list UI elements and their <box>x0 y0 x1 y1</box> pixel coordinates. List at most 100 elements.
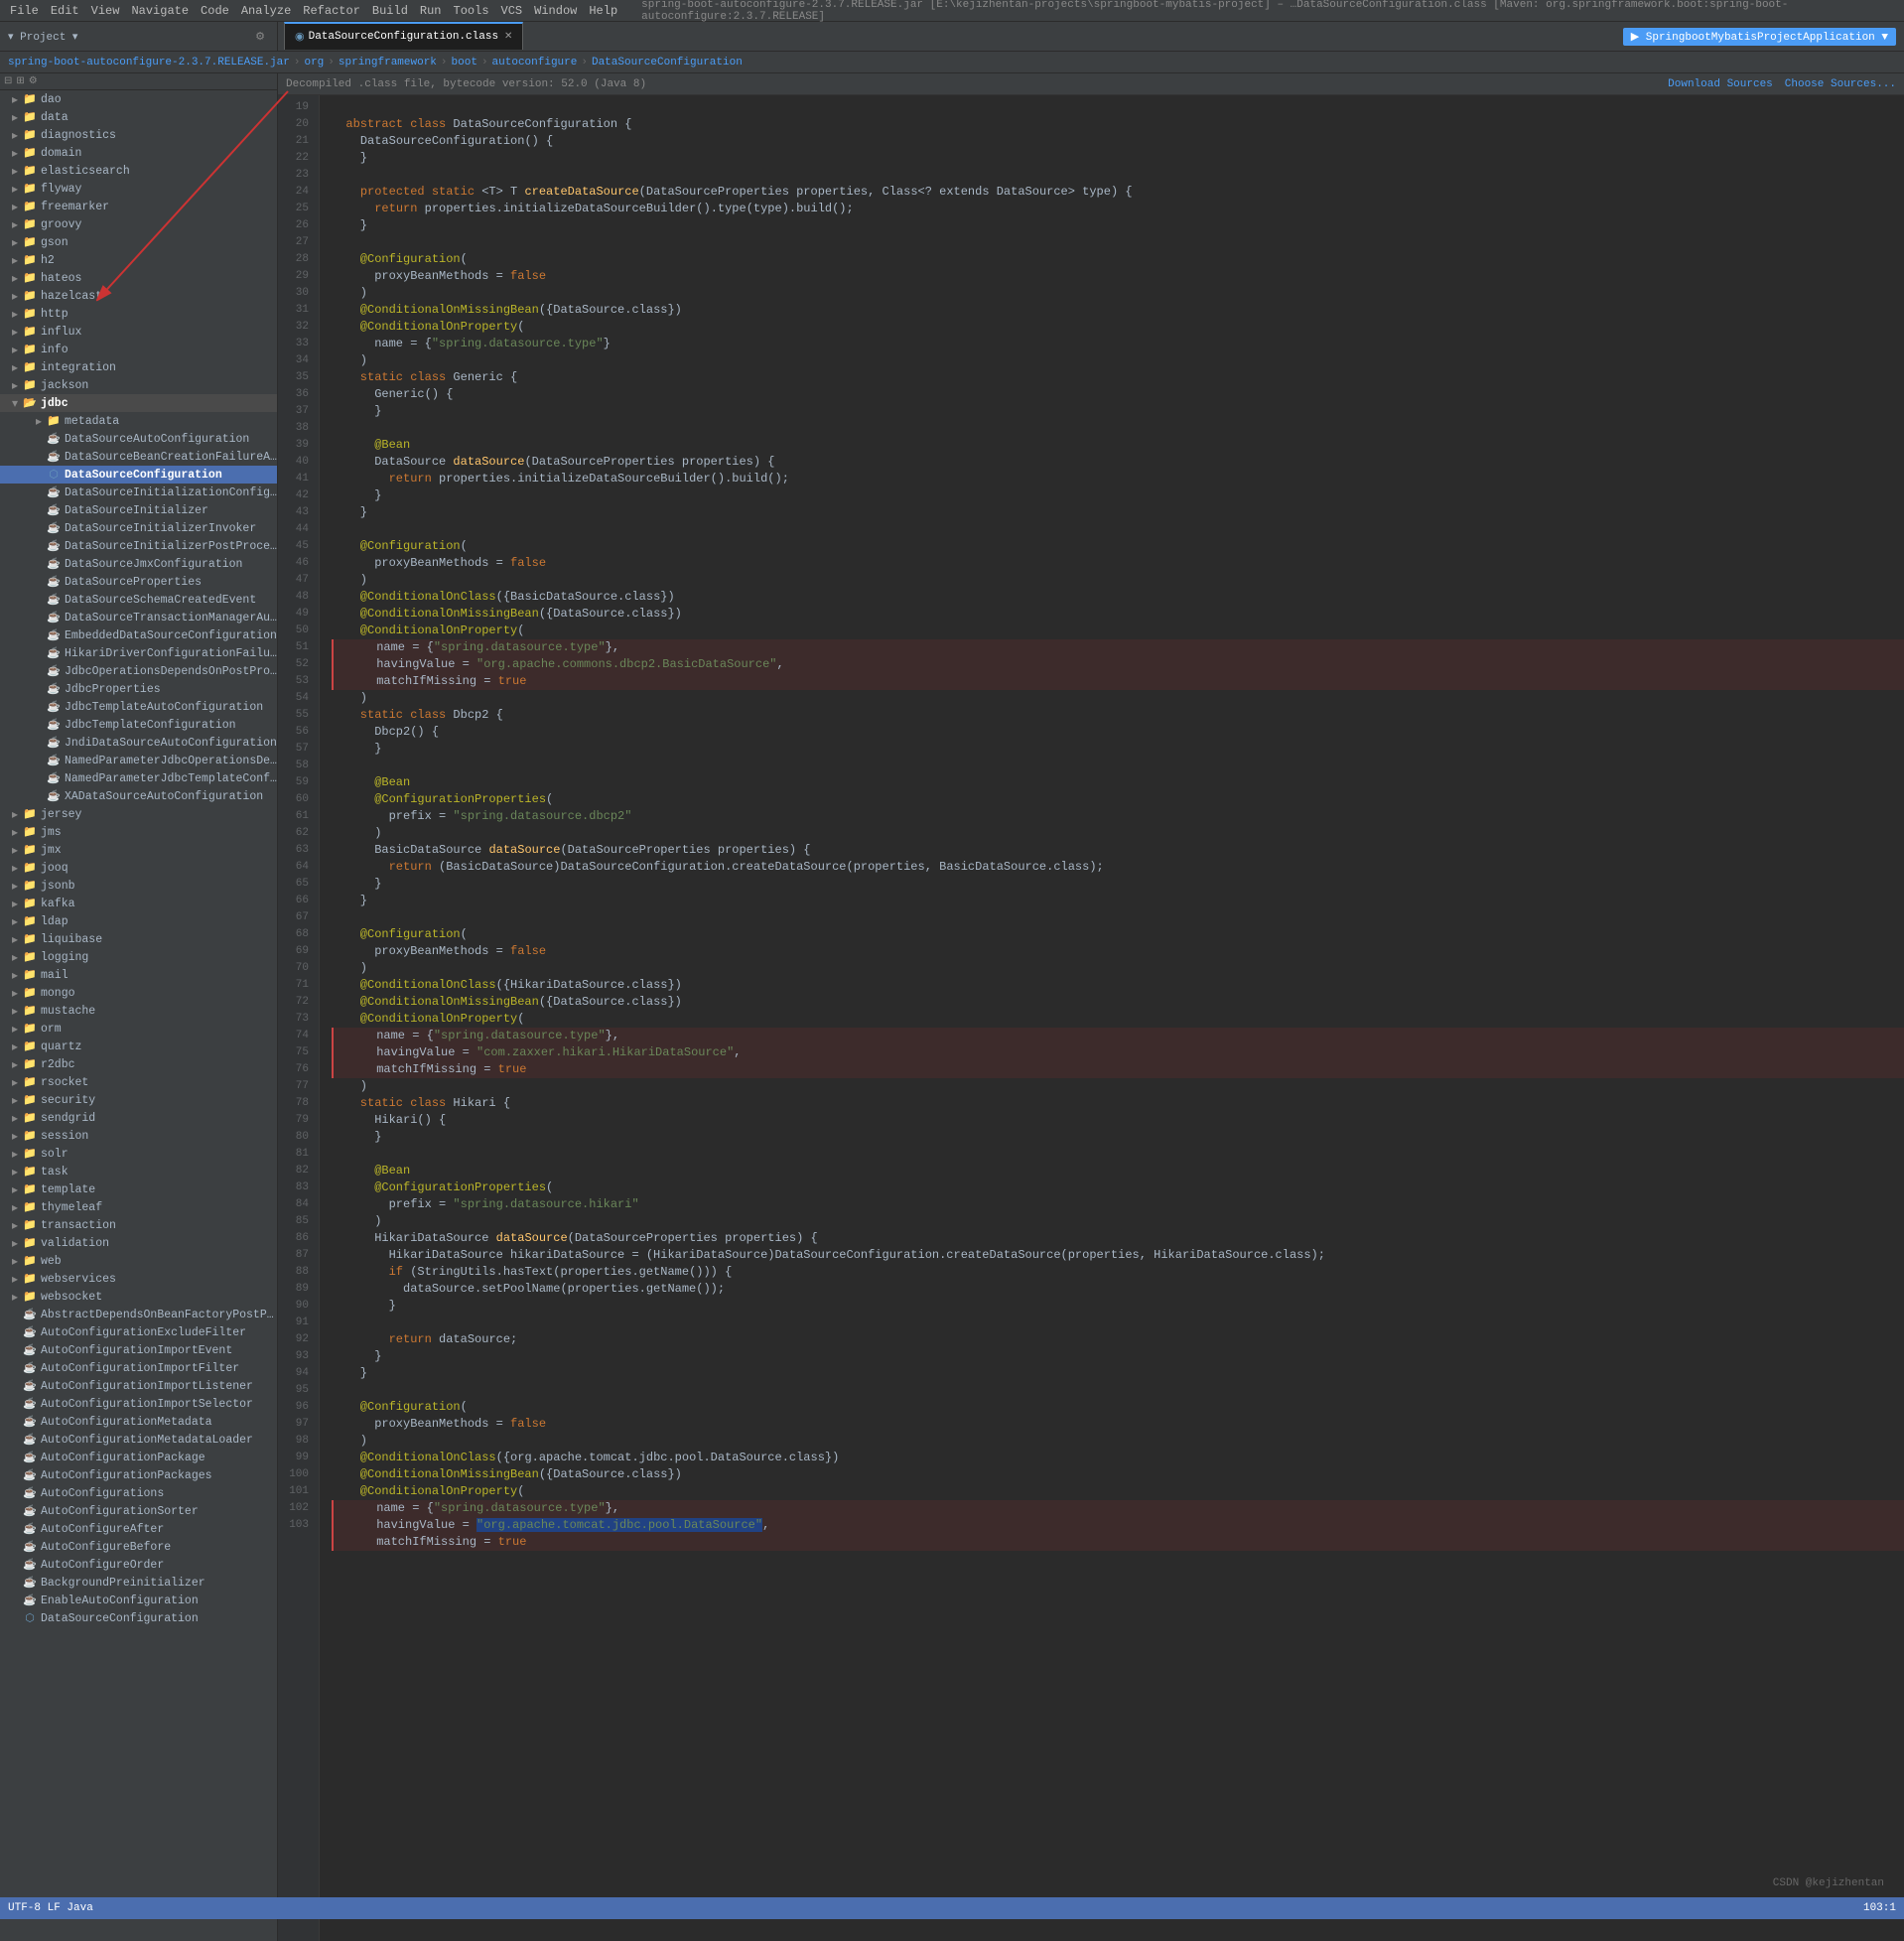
tree-item[interactable]: ☕ EmbeddedDataSourceConfiguration <box>0 626 277 644</box>
collapse-all-icon[interactable]: ⊟ <box>4 75 12 87</box>
tree-item[interactable]: ▸ 📁 h2 <box>0 251 277 269</box>
tree-item[interactable]: ☕ JdbcTemplateConfiguration <box>0 716 277 734</box>
menu-run[interactable]: Run <box>414 4 448 18</box>
tree-item[interactable]: ☕ JdbcProperties <box>0 680 277 698</box>
tree-item[interactable]: ▸ 📁 elasticsearch <box>0 162 277 180</box>
tree-item[interactable]: ▸ 📁 mail <box>0 966 277 984</box>
tree-item[interactable]: ☕ AutoConfigurationMetadataLoader <box>0 1431 277 1449</box>
tree-item[interactable]: ▸ 📁 info <box>0 341 277 358</box>
tree-item[interactable]: ▸ 📁 logging <box>0 948 277 966</box>
tree-item[interactable]: ▸ 📁 liquibase <box>0 930 277 948</box>
menu-code[interactable]: Code <box>195 4 235 18</box>
tree-item[interactable]: ☕ DataSourceSchemaCreatedEvent <box>0 591 277 609</box>
tree-item[interactable]: ▸ 📁 quartz <box>0 1038 277 1055</box>
tree-item[interactable]: ☕ NamedParameterJdbcOperationsDependsOnP… <box>0 752 277 769</box>
menu-help[interactable]: Help <box>583 4 623 18</box>
tree-item[interactable]: ☕ AutoConfigurationImportEvent <box>0 1341 277 1359</box>
tree-item[interactable]: ▸ 📁 template <box>0 1180 277 1198</box>
tree-item[interactable]: ☕ AutoConfigureAfter <box>0 1520 277 1538</box>
tree-item[interactable]: ☕ AutoConfigurationSorter <box>0 1502 277 1520</box>
tree-item[interactable]: ☕ DataSourceInitializer <box>0 501 277 519</box>
tree-item[interactable]: ▸ 📁 dao <box>0 90 277 108</box>
tree-item[interactable]: ▸ 📁 integration <box>0 358 277 376</box>
tree-item[interactable]: ▸ 📁 jsonb <box>0 877 277 895</box>
menu-analyze[interactable]: Analyze <box>235 4 297 18</box>
tree-item[interactable]: ▸ 📁 flyway <box>0 180 277 198</box>
tree-item[interactable]: ▸ 📁 task <box>0 1163 277 1180</box>
menu-view[interactable]: View <box>85 4 126 18</box>
tree-item[interactable]: ☕ BackgroundPreinitializer <box>0 1574 277 1592</box>
tree-item[interactable]: ▸ 📁 jms <box>0 823 277 841</box>
code-content[interactable]: abstract class DataSourceConfiguration {… <box>320 95 1904 1941</box>
tree-item[interactable]: ☕ DataSourceAutoConfiguration <box>0 430 277 448</box>
tree-item[interactable]: ☕ HikariDriverConfigurationFailureAnalyz… <box>0 644 277 662</box>
tree-item[interactable]: ▸ 📁 data <box>0 108 277 126</box>
tree-item[interactable]: ▸ 📁 hazelcast <box>0 287 277 305</box>
tree-item[interactable]: ▸ 📁 metadata <box>0 412 277 430</box>
tree-item[interactable]: ☕ DataSourceInitializerInvoker <box>0 519 277 537</box>
tree-item[interactable]: ☕ AutoConfigurationMetadata <box>0 1413 277 1431</box>
tree-item[interactable]: ▸ 📁 orm <box>0 1020 277 1038</box>
menu-navigate[interactable]: Navigate <box>125 4 195 18</box>
breadcrumb-item[interactable]: DataSourceConfiguration <box>592 57 743 69</box>
tree-item[interactable]: ▸ 📁 transaction <box>0 1216 277 1234</box>
tree-item[interactable]: ▸ 📁 domain <box>0 144 277 162</box>
menu-edit[interactable]: Edit <box>45 4 85 18</box>
tree-item[interactable]: ▸ 📁 mongo <box>0 984 277 1002</box>
tree-item[interactable]: ☕ XADataSourceAutoConfiguration <box>0 787 277 805</box>
menu-vcs[interactable]: VCS <box>495 4 529 18</box>
expand-all-icon[interactable]: ⊞ <box>16 75 24 87</box>
tree-item[interactable]: ☕ DataSourceBeanCreationFailureAnalyzer <box>0 448 277 466</box>
sidebar-gear-icon[interactable]: ⚙ <box>255 30 265 44</box>
menu-build[interactable]: Build <box>366 4 414 18</box>
tree-item[interactable]: ☕ AutoConfigurationImportListener <box>0 1377 277 1395</box>
tree-item[interactable]: ▸ 📁 websocket <box>0 1288 277 1306</box>
tree-item[interactable]: ▸ 📁 gson <box>0 233 277 251</box>
tree-item[interactable]: ▸ 📁 web <box>0 1252 277 1270</box>
tree-item[interactable]: ☕ AutoConfigurationImportFilter <box>0 1359 277 1377</box>
tree-item-jdbc[interactable]: ▾ 📂 jdbc <box>0 394 277 412</box>
tree-item[interactable]: ☕ EnableAutoConfiguration <box>0 1592 277 1609</box>
tree-item[interactable]: ▸ 📁 security <box>0 1091 277 1109</box>
tree-item[interactable]: ☕ JdbcOperationsDependsOnPostProcessor <box>0 662 277 680</box>
tree-item-datasource-config[interactable]: ⬡ DataSourceConfiguration <box>0 466 277 484</box>
tree-item[interactable]: ☕ JndiDataSourceAutoConfiguration <box>0 734 277 752</box>
tree-item[interactable]: ⬡ DataSourceConfiguration <box>0 1609 277 1627</box>
tree-item[interactable]: ☕ DataSourceInitializerPostProcessor <box>0 537 277 555</box>
menu-window[interactable]: Window <box>528 4 583 18</box>
breadcrumb-item[interactable]: spring-boot-autoconfigure-2.3.7.RELEASE.… <box>8 57 290 69</box>
tree-item[interactable]: ☕ NamedParameterJdbcTemplateConfiguratio… <box>0 769 277 787</box>
menu-file[interactable]: File <box>4 4 45 18</box>
tree-item[interactable]: ☕ AutoConfigurationExcludeFilter <box>0 1323 277 1341</box>
tree-item[interactable]: ▸ 📁 jooq <box>0 859 277 877</box>
tree-item[interactable]: ☕ AutoConfigurationImportSelector <box>0 1395 277 1413</box>
run-button[interactable]: ▶ SpringbootMybatisProjectApplication ▼ <box>1623 28 1896 46</box>
menu-tools[interactable]: Tools <box>448 4 495 18</box>
settings-icon[interactable]: ⚙ <box>29 75 38 87</box>
tree-item[interactable]: ▸ 📁 sendgrid <box>0 1109 277 1127</box>
tree-item[interactable]: ▸ 📁 jersey <box>0 805 277 823</box>
tab-datasource-config[interactable]: ◉ DataSourceConfiguration.class ✕ <box>284 22 523 50</box>
tree-item[interactable]: ▸ 📁 thymeleaf <box>0 1198 277 1216</box>
tree-item[interactable]: ▸ 📁 webservices <box>0 1270 277 1288</box>
tree-item[interactable]: ☕ AutoConfigureBefore <box>0 1538 277 1556</box>
breadcrumb-item[interactable]: boot <box>452 57 477 69</box>
tree-item[interactable]: ▸ 📁 http <box>0 305 277 323</box>
tree-item[interactable]: ▸ 📁 groovy <box>0 215 277 233</box>
tree-item[interactable]: ▸ 📁 jackson <box>0 376 277 394</box>
tree-item[interactable]: ▸ 📁 session <box>0 1127 277 1145</box>
tree-item[interactable]: ▸ 📁 jmx <box>0 841 277 859</box>
tree-item[interactable]: ▸ 📁 solr <box>0 1145 277 1163</box>
tree-item[interactable]: ☕ AutoConfigureOrder <box>0 1556 277 1574</box>
download-sources-link[interactable]: Download Sources <box>1668 78 1773 90</box>
breadcrumb-item[interactable]: autoconfigure <box>492 57 578 69</box>
tree-item[interactable]: ▸ 📁 freemarker <box>0 198 277 215</box>
tree-item[interactable]: ☕ AutoConfigurationPackages <box>0 1466 277 1484</box>
tree-item[interactable]: ☕ DataSourceJmxConfiguration <box>0 555 277 573</box>
tree-item[interactable]: ☕ AutoConfigurations <box>0 1484 277 1502</box>
tree-item[interactable]: ▸ 📁 diagnostics <box>0 126 277 144</box>
tree-item[interactable]: ▸ 📁 mustache <box>0 1002 277 1020</box>
tab-close-icon[interactable]: ✕ <box>504 31 512 43</box>
tree-item[interactable]: ☕ AbstractDependsOnBeanFactoryPostProces… <box>0 1306 277 1323</box>
tree-item[interactable]: ▸ 📁 kafka <box>0 895 277 912</box>
